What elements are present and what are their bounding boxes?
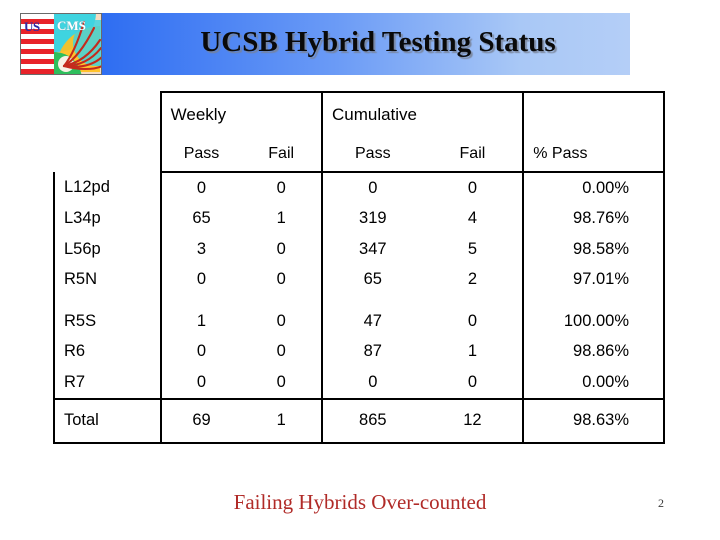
spacer-cumulative-fail	[423, 295, 524, 306]
cell-weekly-pass: 65	[159, 203, 242, 234]
cell-weekly-pass: 3	[159, 234, 242, 265]
table-row: R6 0 0 87 1 98.86%	[53, 336, 665, 367]
row-label: R7	[53, 367, 161, 399]
group-header-cumulative: Cumulative	[320, 91, 524, 137]
cell-weekly-pass: 1	[159, 306, 242, 337]
spacer-weekly-pass	[159, 295, 242, 306]
cell-cumulative-pass: 347	[320, 234, 423, 265]
cell-weekly-fail: 0	[276, 178, 286, 197]
cell-percent-pass: 98.58%	[522, 234, 665, 265]
page-title: UCSB Hybrid Testing Status	[200, 26, 556, 58]
sub-header-percent-pass: % Pass	[522, 137, 665, 173]
row-label: L12pd	[53, 172, 161, 204]
total-cumulative-fail: 12	[422, 397, 524, 444]
cell-weekly-fail: 1	[276, 209, 286, 228]
table-row: L12pd 0 0 0 0 0.00%	[53, 172, 665, 204]
cell-cumulative-pass: 319	[320, 203, 423, 234]
table-total-row: Total 69 1 865 12 98.63%	[53, 397, 665, 444]
row-label: R5N	[53, 264, 161, 295]
table-row: R7 0 0 0 0 0.00%	[53, 367, 665, 399]
sub-header-weekly-pass: Pass	[159, 137, 242, 173]
cell-cumulative-fail: 4	[467, 209, 478, 228]
cell-weekly-fail: 0	[276, 372, 286, 391]
cell-cumulative-pass: 0	[320, 172, 423, 204]
logo-cms-text: CMS	[57, 18, 86, 33]
table-row: R5S 1 0 47 0 100.00%	[53, 306, 665, 337]
total-label: Total	[53, 397, 161, 444]
cell-weekly-pass: 0	[159, 367, 242, 399]
table-group-spacer	[53, 295, 665, 306]
cell-percent-pass: 98.76%	[522, 203, 665, 234]
logo-us-text: US	[24, 19, 40, 34]
row-label: L34p	[53, 203, 161, 234]
cell-cumulative-fail: 0	[467, 372, 478, 391]
cell-percent-pass: 0.00%	[522, 367, 665, 399]
cell-percent-pass: 0.00%	[522, 172, 665, 204]
table-sub-header-row: Pass Fail Pass Fail % Pass	[54, 137, 665, 173]
row-label: R5S	[53, 306, 161, 337]
total-weekly-pass: 69	[159, 397, 242, 444]
group-header-weekly: Weekly	[159, 91, 322, 137]
cell-weekly-fail: 0	[276, 311, 286, 330]
total-percent-pass: 98.63%	[522, 397, 665, 444]
total-weekly-fail: 1	[241, 397, 322, 444]
row-label: L56p	[53, 234, 161, 265]
cell-percent-pass: 100.00%	[522, 306, 665, 337]
us-cms-logo: US CMS	[20, 13, 102, 75]
spacer-label	[53, 295, 161, 306]
cell-weekly-pass: 0	[159, 172, 242, 204]
cell-cumulative-pass: 65	[320, 264, 423, 295]
cell-percent-pass: 97.01%	[522, 264, 665, 295]
sub-header-label-blank	[54, 137, 161, 172]
spacer-percent	[522, 295, 665, 306]
hybrid-testing-status-table: Weekly Cumulative Pass Fail Pass Fail % …	[53, 91, 665, 444]
sub-header-cumulative-fail: Fail	[422, 137, 524, 173]
row-label: R6	[53, 336, 161, 367]
cell-cumulative-fail: 1	[467, 342, 478, 361]
group-header-percent	[522, 91, 665, 137]
sub-header-weekly-fail: Fail	[241, 137, 322, 173]
cell-cumulative-pass: 87	[320, 336, 423, 367]
cell-percent-pass: 98.86%	[522, 336, 665, 367]
cell-cumulative-fail: 2	[467, 270, 478, 289]
cell-cumulative-pass: 47	[320, 306, 423, 337]
footer-note: Failing Hybrids Over-counted	[233, 490, 487, 514]
total-cumulative-pass: 865	[320, 397, 423, 444]
page-number: 2	[658, 496, 664, 510]
cell-weekly-pass: 0	[159, 264, 242, 295]
cell-cumulative-fail: 0	[467, 178, 478, 197]
spacer-weekly-fail	[241, 295, 322, 306]
cell-weekly-pass: 0	[159, 336, 242, 367]
sub-header-cumulative-pass: Pass	[320, 137, 423, 173]
cell-cumulative-pass: 0	[320, 367, 423, 399]
spacer-cumulative-pass	[320, 295, 423, 306]
table-group-header-row: Weekly Cumulative	[54, 91, 665, 137]
table-row: L34p 65 1 319 4 98.76%	[53, 203, 665, 234]
table-row: R5N 0 0 65 2 97.01%	[53, 264, 665, 295]
cell-cumulative-fail: 0	[467, 311, 478, 330]
cell-weekly-fail: 0	[276, 270, 286, 289]
cell-cumulative-fail: 5	[467, 239, 478, 258]
group-header-label-blank	[54, 92, 161, 137]
table-row: L56p 3 0 347 5 98.58%	[53, 234, 665, 265]
cell-weekly-fail: 0	[276, 342, 286, 361]
cell-weekly-fail: 0	[276, 239, 286, 258]
